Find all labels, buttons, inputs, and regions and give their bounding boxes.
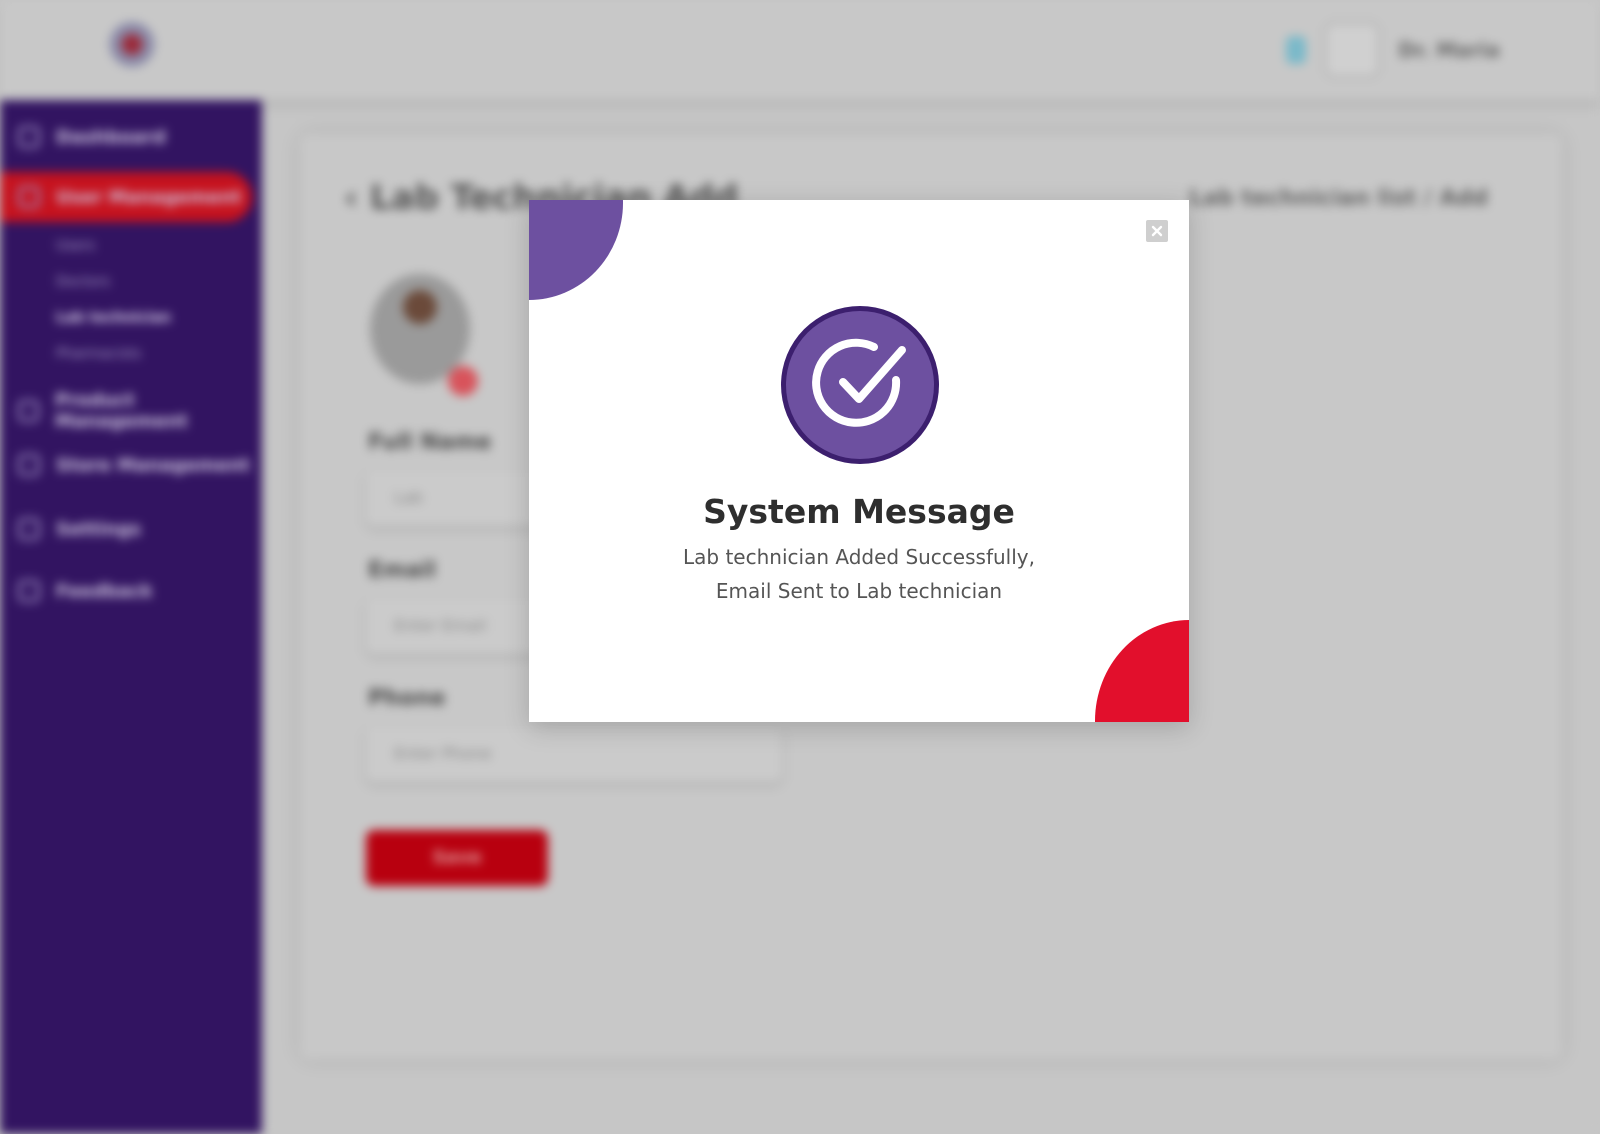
email-label: Email <box>368 558 436 583</box>
sidebar-subitem-users[interactable]: Users <box>56 238 95 254</box>
sidebar-subitem-pharmacists[interactable]: Pharmacists <box>56 346 141 362</box>
close-button[interactable] <box>1146 220 1168 242</box>
sidebar-item-label: Dashboard <box>56 126 166 148</box>
grid-icon <box>18 126 40 148</box>
sidebar-item-feedback[interactable]: Feedback <box>18 580 153 602</box>
user-name[interactable]: Dr. Maria <box>1398 38 1500 62</box>
phone-input[interactable]: Enter Phone <box>366 726 782 782</box>
phone-label: Phone <box>368 686 446 711</box>
decorative-corner-top-left <box>529 200 623 300</box>
breadcrumb[interactable]: Lab technician list / Add <box>1189 186 1488 211</box>
top-right-area: Dr. Maria <box>1286 22 1500 78</box>
back-arrow-icon[interactable]: ‹ <box>344 178 370 218</box>
system-message-modal: System Message Lab technician Added Succ… <box>529 200 1189 722</box>
sidebar-item-label: Store Management <box>56 454 250 476</box>
sidebar-item-product-management[interactable]: Product Management <box>18 390 262 432</box>
modal-message: Lab technician Added Successfully, Email… <box>529 540 1189 608</box>
sidebar-item-label: User Management <box>56 186 242 208</box>
notification-icon[interactable] <box>1286 36 1307 64</box>
box-icon <box>18 400 40 422</box>
close-icon <box>1151 225 1163 237</box>
sidebar-item-label: Product Management <box>55 390 188 432</box>
feedback-icon <box>18 580 40 602</box>
logo <box>86 14 178 90</box>
sidebar-item-label: Feedback <box>56 580 153 602</box>
camera-icon[interactable] <box>448 366 478 396</box>
save-button[interactable]: Save <box>366 830 548 886</box>
full-name-label: Full Name <box>368 430 492 455</box>
sidebar-item-settings[interactable]: Settings <box>18 518 141 540</box>
gear-icon <box>18 518 40 540</box>
avatar[interactable] <box>1324 22 1381 78</box>
sidebar-item-user-management[interactable]: User Management <box>18 186 241 208</box>
sidebar-subitem-lab-technician[interactable]: Lab technician <box>56 310 171 326</box>
top-bar: Dr. Maria <box>0 0 1600 100</box>
sidebar-item-store-management[interactable]: Store Management <box>18 454 250 476</box>
store-icon <box>18 454 40 476</box>
sidebar: Dashboard User Management Users Doctors … <box>0 100 262 1134</box>
success-check-icon <box>781 306 939 464</box>
decorative-corner-bottom-right <box>1095 620 1189 722</box>
sidebar-subitem-doctors[interactable]: Doctors <box>56 274 110 290</box>
modal-title: System Message <box>703 492 1015 531</box>
sidebar-item-dashboard[interactable]: Dashboard <box>18 126 166 148</box>
users-icon <box>18 186 40 208</box>
modal-message-line-2: Email Sent to Lab technician <box>715 579 1003 603</box>
sidebar-item-label: Settings <box>56 518 141 540</box>
modal-message-line-1: Lab technician Added Successfully, <box>683 545 1035 569</box>
